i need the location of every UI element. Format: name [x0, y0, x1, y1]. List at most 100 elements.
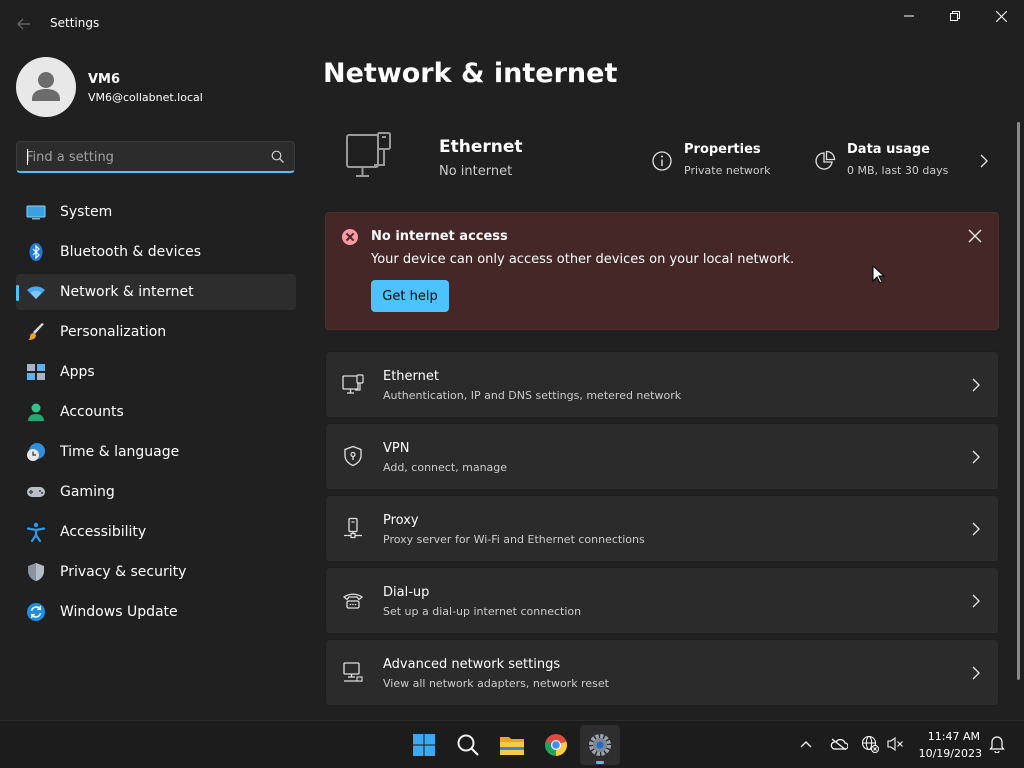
- wifi-icon: [27, 286, 45, 299]
- close-icon[interactable]: [966, 227, 984, 245]
- network-tray-button[interactable]: [859, 733, 881, 755]
- proxy-card[interactable]: Proxy Proxy server for Wi-Fi and Etherne…: [325, 495, 999, 562]
- close-icon: [995, 10, 1007, 22]
- dialup-card[interactable]: Dial-up Set up a dial-up internet connec…: [325, 567, 999, 634]
- mouse-cursor-icon: [872, 265, 886, 284]
- sidebar-item-network[interactable]: Network & internet: [16, 274, 296, 310]
- chevron-right-icon[interactable]: [977, 153, 991, 169]
- alert-title: No internet access: [371, 229, 508, 244]
- sidebar-item-gaming[interactable]: Gaming: [16, 474, 296, 510]
- sidebar-item-apps[interactable]: Apps: [16, 354, 296, 390]
- sidebar-item-privacy[interactable]: Privacy & security: [16, 554, 296, 590]
- sidebar-item-label: Personalization: [60, 324, 167, 340]
- onedrive-tray-button[interactable]: [828, 733, 850, 755]
- restore-icon: [950, 11, 960, 21]
- error-icon: [342, 229, 358, 245]
- accounts-icon: [28, 403, 44, 421]
- file-explorer-icon: [500, 737, 524, 755]
- settings-icon: [589, 734, 611, 756]
- sidebar-item-label: Windows Update: [60, 604, 178, 620]
- ethernet-settings-card[interactable]: Ethernet Authentication, IP and DNS sett…: [325, 351, 999, 418]
- app-title: Settings: [50, 16, 100, 30]
- taskbar-search-button[interactable]: [448, 725, 488, 765]
- vpn-shield-icon: [344, 445, 362, 467]
- clock-date[interactable]: 10/19/2023: [912, 747, 982, 760]
- data-usage-link[interactable]: Data usage 0 MB, last 30 days: [814, 142, 984, 186]
- data-usage-title: Data usage: [847, 142, 930, 157]
- settings-taskbar-button[interactable]: [580, 725, 620, 765]
- properties-title: Properties: [684, 142, 761, 157]
- chevron-right-icon: [972, 522, 980, 536]
- system-icon: [26, 205, 46, 220]
- sidebar-item-label: Network & internet: [60, 284, 194, 300]
- alert-message: Your device can only access other device…: [371, 252, 795, 267]
- get-help-button[interactable]: Get help: [371, 280, 449, 312]
- sidebar-item-label: Bluetooth & devices: [60, 244, 202, 260]
- sidebar-item-label: Apps: [60, 364, 95, 380]
- properties-link[interactable]: Properties Private network: [651, 142, 791, 186]
- advanced-network-icon: [343, 662, 363, 682]
- clock-time[interactable]: 11:47 AM: [918, 730, 980, 743]
- no-internet-alert: No internet access Your device can only …: [325, 212, 999, 330]
- advanced-network-card[interactable]: Advanced network settings View all netwo…: [325, 639, 999, 706]
- scrollbar[interactable]: [1017, 122, 1020, 680]
- taskbar: 11:47 AM 10/19/2023: [0, 720, 1024, 768]
- start-icon: [413, 734, 435, 756]
- network-globe-icon: [861, 735, 879, 753]
- brush-icon: [28, 323, 44, 340]
- chevron-right-icon: [972, 666, 980, 680]
- back-button[interactable]: [12, 12, 36, 36]
- avatar[interactable]: [16, 57, 76, 117]
- vpn-card[interactable]: VPN Add, connect, manage: [325, 423, 999, 490]
- sidebar-item-time-language[interactable]: Time & language: [16, 434, 296, 470]
- ethernet-pc-icon: [346, 132, 391, 177]
- sidebar-item-accounts[interactable]: Accounts: [16, 394, 296, 430]
- title-bar: Settings: [0, 0, 1024, 48]
- sidebar-nav: System Bluetooth & devices Network & int…: [16, 194, 296, 634]
- bell-icon: [989, 736, 1005, 753]
- minimize-button[interactable]: [886, 0, 932, 32]
- sidebar-item-windows-update[interactable]: Windows Update: [16, 594, 296, 630]
- search-icon: [457, 734, 479, 756]
- start-button[interactable]: [404, 725, 444, 765]
- active-app-indicator: [596, 761, 604, 764]
- gamepad-icon: [27, 487, 45, 497]
- chrome-button[interactable]: [536, 725, 576, 765]
- card-title: VPN: [383, 441, 410, 456]
- card-subtitle: Add, connect, manage: [383, 461, 508, 474]
- user-silhouette-icon: [32, 72, 60, 101]
- file-explorer-button[interactable]: [492, 725, 532, 765]
- clock-globe-icon: [27, 443, 45, 461]
- sidebar-item-label: Gaming: [60, 484, 115, 500]
- search-input[interactable]: [26, 148, 256, 166]
- text-caret: [27, 149, 28, 165]
- search-icon[interactable]: [271, 150, 285, 164]
- card-title: Proxy: [383, 513, 419, 528]
- page-title: Network & internet: [323, 58, 618, 89]
- apps-icon: [27, 364, 45, 380]
- dialup-icon: [342, 593, 364, 609]
- search-box[interactable]: [16, 141, 295, 173]
- notifications-button[interactable]: [986, 733, 1008, 755]
- sidebar-item-label: Accounts: [60, 404, 124, 420]
- info-icon: [652, 151, 672, 171]
- chrome-icon: [545, 734, 567, 756]
- accessibility-icon: [26, 522, 46, 542]
- sidebar-item-label: Accessibility: [60, 524, 147, 540]
- sidebar-item-personalization[interactable]: Personalization: [16, 314, 296, 350]
- settings-list: Ethernet Authentication, IP and DNS sett…: [325, 351, 999, 711]
- sidebar-item-bluetooth[interactable]: Bluetooth & devices: [16, 234, 296, 270]
- show-hidden-icons-button[interactable]: [795, 733, 817, 755]
- onedrive-icon: [830, 738, 848, 750]
- profile-email: VM6@collabnet.local: [88, 91, 203, 104]
- sidebar-item-label: Time & language: [60, 444, 180, 460]
- connection-status: No internet: [439, 164, 513, 179]
- sidebar-item-accessibility[interactable]: Accessibility: [16, 514, 296, 550]
- chevron-up-icon: [800, 741, 812, 748]
- card-subtitle: Authentication, IP and DNS settings, met…: [383, 389, 682, 402]
- close-button[interactable]: [978, 0, 1024, 32]
- restore-button[interactable]: [932, 0, 978, 32]
- chevron-right-icon: [972, 450, 980, 464]
- sidebar-item-system[interactable]: System: [16, 194, 296, 230]
- volume-tray-button[interactable]: [884, 733, 906, 755]
